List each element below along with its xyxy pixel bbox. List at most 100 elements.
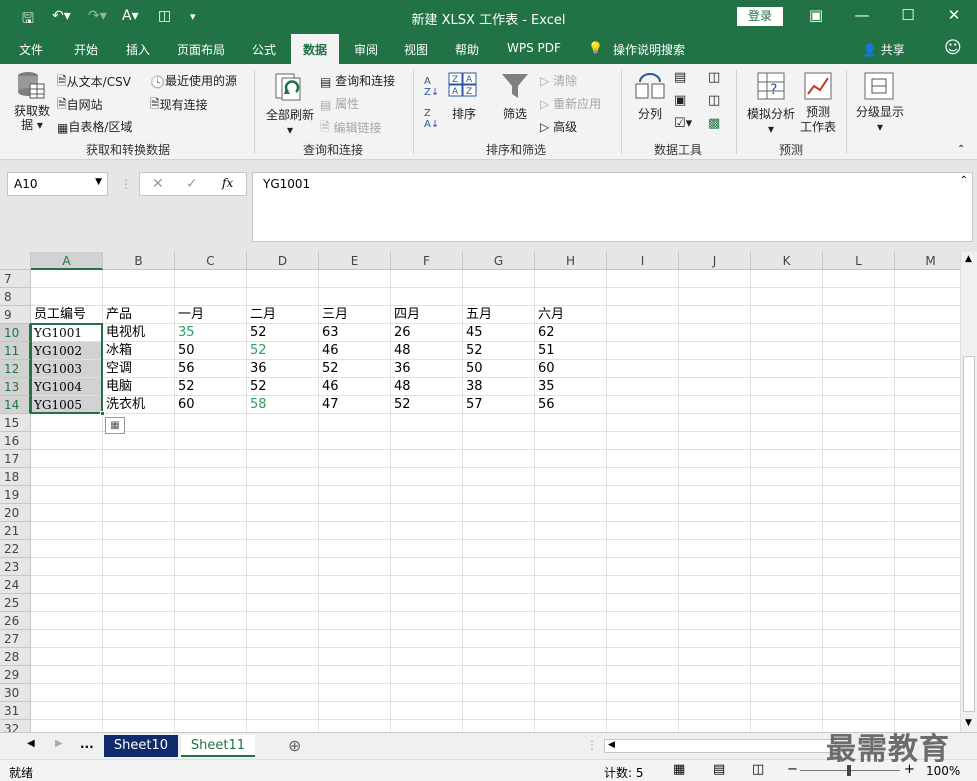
cell-g18[interactable]: [463, 468, 535, 486]
cell-d20[interactable]: [247, 504, 319, 522]
cell-m29[interactable]: [895, 666, 960, 684]
cell-g27[interactable]: [463, 630, 535, 648]
cell-a31[interactable]: [31, 702, 103, 720]
recent-sources-button[interactable]: 🕓最近使用的源: [150, 72, 237, 89]
cell-j22[interactable]: [679, 540, 751, 558]
cell-i15[interactable]: [607, 414, 679, 432]
row-header-19[interactable]: 19: [0, 486, 31, 504]
cell-h24[interactable]: [535, 576, 607, 594]
cell-i29[interactable]: [607, 666, 679, 684]
cell-g25[interactable]: [463, 594, 535, 612]
cell-k26[interactable]: [751, 612, 823, 630]
cell-k9[interactable]: [751, 306, 823, 324]
tab-formulas[interactable]: 公式: [252, 41, 276, 58]
cell-h19[interactable]: [535, 486, 607, 504]
cell-c28[interactable]: [175, 648, 247, 666]
cell-l24[interactable]: [823, 576, 895, 594]
cell-l31[interactable]: [823, 702, 895, 720]
scroll-up-icon[interactable]: ▲: [965, 254, 972, 264]
cell-e29[interactable]: [319, 666, 391, 684]
normal-view-icon[interactable]: ▦: [673, 762, 685, 777]
cell-h14[interactable]: 56: [535, 396, 607, 414]
column-header-b[interactable]: B: [103, 252, 175, 270]
from-web-button[interactable]: 🗎自网站: [57, 95, 103, 116]
outline-button[interactable]: 分级显示 ▾: [855, 103, 905, 134]
cell-f13[interactable]: 48: [391, 378, 463, 396]
cell-c9[interactable]: 一月: [175, 306, 247, 324]
cell-f31[interactable]: [391, 702, 463, 720]
tab-file[interactable]: 文件: [19, 41, 43, 58]
cell-d27[interactable]: [247, 630, 319, 648]
cell-l18[interactable]: [823, 468, 895, 486]
cell-c15[interactable]: [175, 414, 247, 432]
cell-m27[interactable]: [895, 630, 960, 648]
cell-d11[interactable]: 52: [247, 342, 319, 360]
cell-g16[interactable]: [463, 432, 535, 450]
cell-m28[interactable]: [895, 648, 960, 666]
row-header-8[interactable]: 8: [0, 288, 31, 306]
forecast-sheet-button[interactable]: 预测 工作表: [800, 105, 836, 135]
cell-m17[interactable]: [895, 450, 960, 468]
cell-k17[interactable]: [751, 450, 823, 468]
page-break-view-icon[interactable]: ◫: [752, 762, 764, 777]
cell-h13[interactable]: 35: [535, 378, 607, 396]
cell-b22[interactable]: [103, 540, 175, 558]
row-header-14[interactable]: 14: [0, 396, 31, 414]
cell-i20[interactable]: [607, 504, 679, 522]
tab-wps-pdf[interactable]: WPS PDF: [507, 41, 561, 55]
cell-a7[interactable]: [31, 270, 103, 288]
cell-i27[interactable]: [607, 630, 679, 648]
cell-d21[interactable]: [247, 522, 319, 540]
cell-i31[interactable]: [607, 702, 679, 720]
row-header-10[interactable]: 10: [0, 324, 31, 342]
cell-b24[interactable]: [103, 576, 175, 594]
cell-e20[interactable]: [319, 504, 391, 522]
cell-e15[interactable]: [319, 414, 391, 432]
cell-i28[interactable]: [607, 648, 679, 666]
cell-f9[interactable]: 四月: [391, 306, 463, 324]
cell-l23[interactable]: [823, 558, 895, 576]
cell-m13[interactable]: [895, 378, 960, 396]
cell-j14[interactable]: [679, 396, 751, 414]
cell-d15[interactable]: [247, 414, 319, 432]
scroll-thumb[interactable]: [963, 356, 975, 712]
cell-i26[interactable]: [607, 612, 679, 630]
cell-i10[interactable]: [607, 324, 679, 342]
cell-l19[interactable]: [823, 486, 895, 504]
filter-button[interactable]: 筛选: [503, 105, 527, 122]
cell-m24[interactable]: [895, 576, 960, 594]
cell-a30[interactable]: [31, 684, 103, 702]
cell-f11[interactable]: 48: [391, 342, 463, 360]
cell-j23[interactable]: [679, 558, 751, 576]
cell-l9[interactable]: [823, 306, 895, 324]
cell-k24[interactable]: [751, 576, 823, 594]
cell-l14[interactable]: [823, 396, 895, 414]
cell-b27[interactable]: [103, 630, 175, 648]
cell-j31[interactable]: [679, 702, 751, 720]
row-header-23[interactable]: 23: [0, 558, 31, 576]
cell-l10[interactable]: [823, 324, 895, 342]
cell-g21[interactable]: [463, 522, 535, 540]
cell-j25[interactable]: [679, 594, 751, 612]
cell-i9[interactable]: [607, 306, 679, 324]
cell-j26[interactable]: [679, 612, 751, 630]
cell-d32[interactable]: [247, 720, 319, 732]
cell-d24[interactable]: [247, 576, 319, 594]
cell-m31[interactable]: [895, 702, 960, 720]
cell-a13[interactable]: YG1004: [31, 378, 103, 396]
cell-m30[interactable]: [895, 684, 960, 702]
column-header-j[interactable]: J: [679, 252, 751, 270]
cell-l15[interactable]: [823, 414, 895, 432]
cell-l16[interactable]: [823, 432, 895, 450]
cell-l22[interactable]: [823, 540, 895, 558]
confirm-icon[interactable]: ✓: [186, 176, 198, 192]
tab-help[interactable]: 帮助: [455, 41, 479, 58]
cell-g17[interactable]: [463, 450, 535, 468]
cell-d19[interactable]: [247, 486, 319, 504]
cell-b13[interactable]: 电脑: [103, 378, 175, 396]
column-header-i[interactable]: I: [607, 252, 679, 270]
cell-g28[interactable]: [463, 648, 535, 666]
row-header-11[interactable]: 11: [0, 342, 31, 360]
cell-e17[interactable]: [319, 450, 391, 468]
cell-k21[interactable]: [751, 522, 823, 540]
